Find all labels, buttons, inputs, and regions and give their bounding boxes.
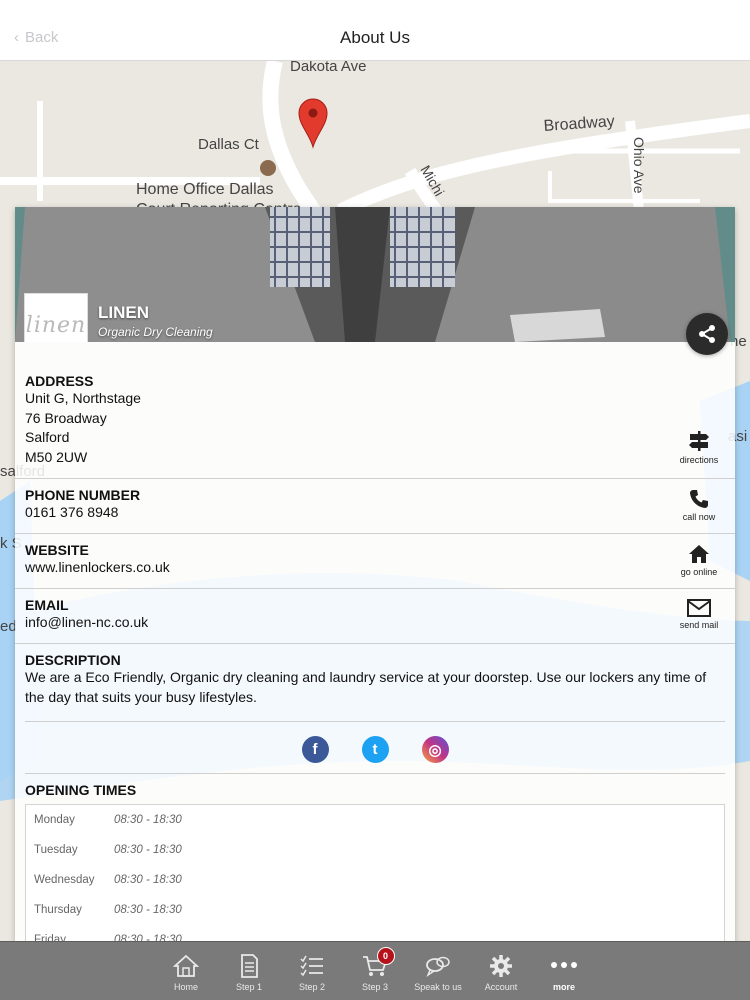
tab-bar: Home Step 1 Step 2 0 Step 3 Speak to us [0, 941, 750, 1000]
website-section: WEBSITE www.linenlockers.co.uk go online [15, 534, 735, 589]
gear-icon [490, 955, 512, 977]
address-line: 76 Broadway [25, 409, 107, 426]
business-name: LINEN [98, 303, 149, 322]
home-icon [173, 954, 199, 977]
phone-section: PHONE NUMBER 0161 376 8948 call now [15, 479, 735, 534]
tab-account[interactable]: Account [470, 942, 533, 1000]
tab-more[interactable]: more [533, 942, 596, 1000]
navigation-bar: ‹ Back About Us [0, 0, 750, 61]
table-row: Thursday 08:30 - 18:30 [34, 904, 182, 916]
table-row: Wednesday 08:30 - 18:30 [34, 874, 182, 886]
tab-step-1[interactable]: Step 1 [218, 942, 281, 1000]
page-title: About Us [340, 28, 410, 47]
description-title: DESCRIPTION [25, 652, 121, 668]
call-now-button[interactable]: call now [671, 489, 727, 522]
opening-times-section: OPENING TIMES [15, 774, 735, 798]
social-links: f t ◎ [25, 722, 725, 774]
cart-count-badge: 0 [376, 947, 395, 965]
document-icon [241, 954, 258, 978]
email-section: EMAIL info@linen-nc.co.uk send mail [15, 589, 735, 644]
share-button[interactable] [686, 313, 728, 355]
hero-banner: linen LINEN Organic Dry Cleaning [15, 207, 735, 342]
address-line: Salford [25, 429, 70, 445]
opening-times-title: OPENING TIMES [25, 782, 137, 798]
home-icon [689, 545, 709, 563]
business-card: linen LINEN Organic Dry Cleaning ADDRESS… [15, 207, 735, 942]
directions-button[interactable]: directions [671, 430, 727, 465]
tab-step-2[interactable]: Step 2 [281, 942, 344, 1000]
social-section: f t ◎ [25, 721, 725, 774]
phone-number[interactable]: 0161 376 8948 [25, 503, 725, 523]
svg-text:Dakota Ave: Dakota Ave [290, 61, 366, 75]
call-now-label: call now [682, 512, 716, 522]
email-title: EMAIL [25, 597, 69, 613]
more-icon [551, 962, 577, 968]
facebook-icon[interactable]: f [301, 736, 329, 763]
address-title: ADDRESS [25, 373, 94, 389]
signpost-icon [689, 431, 709, 451]
go-online-button[interactable]: go online [671, 544, 727, 577]
svg-text:Dallas Ct: Dallas Ct [198, 136, 260, 153]
email-address[interactable]: info@linen-nc.co.uk [25, 613, 725, 633]
svg-text:Home Office Dallas: Home Office Dallas [136, 181, 274, 198]
send-mail-button[interactable]: send mail [671, 599, 727, 630]
website-link[interactable]: www.linenlockers.co.uk [25, 558, 725, 578]
table-row: Tuesday 08:30 - 18:30 [34, 844, 182, 856]
tab-speak-to-us[interactable]: Speak to us [407, 942, 470, 1000]
tab-home[interactable]: Home [155, 942, 218, 1000]
svg-text:Ohio Ave: Ohio Ave [631, 137, 647, 194]
checklist-icon [300, 955, 323, 977]
description-section: DESCRIPTION We are a Eco Friendly, Organ… [15, 644, 735, 707]
instagram-icon[interactable]: ◎ [421, 736, 449, 763]
description-text: We are a Eco Friendly, Organic dry clean… [25, 669, 707, 705]
send-mail-label: send mail [679, 620, 719, 630]
phone-title: PHONE NUMBER [25, 487, 141, 503]
address-line: M50 2UW [25, 448, 88, 465]
twitter-icon[interactable]: t [361, 736, 389, 763]
tab-step-3[interactable]: 0 Step 3 [344, 942, 407, 1000]
address-line: Unit G, Northstage [25, 390, 141, 406]
opening-times-table: Monday 08:30 - 18:30 Tuesday 08:30 - 18:… [25, 804, 725, 942]
table-row: Monday 08:30 - 18:30 [34, 814, 182, 826]
business-logo: linen [24, 293, 88, 342]
directions-label: directions [679, 455, 719, 465]
website-title: WEBSITE [25, 542, 89, 558]
svg-text:Broadway: Broadway [543, 113, 615, 135]
go-online-label: go online [680, 567, 718, 577]
share-icon [699, 325, 715, 343]
chat-icon [426, 956, 450, 977]
table-row: Friday 08:30 - 18:30 [34, 934, 182, 942]
business-subtitle: Organic Dry Cleaning [98, 325, 213, 339]
mail-icon [687, 599, 711, 617]
address-section: ADDRESS Unit G, Northstage 76 Broadway S… [15, 342, 735, 479]
phone-icon [690, 490, 708, 508]
